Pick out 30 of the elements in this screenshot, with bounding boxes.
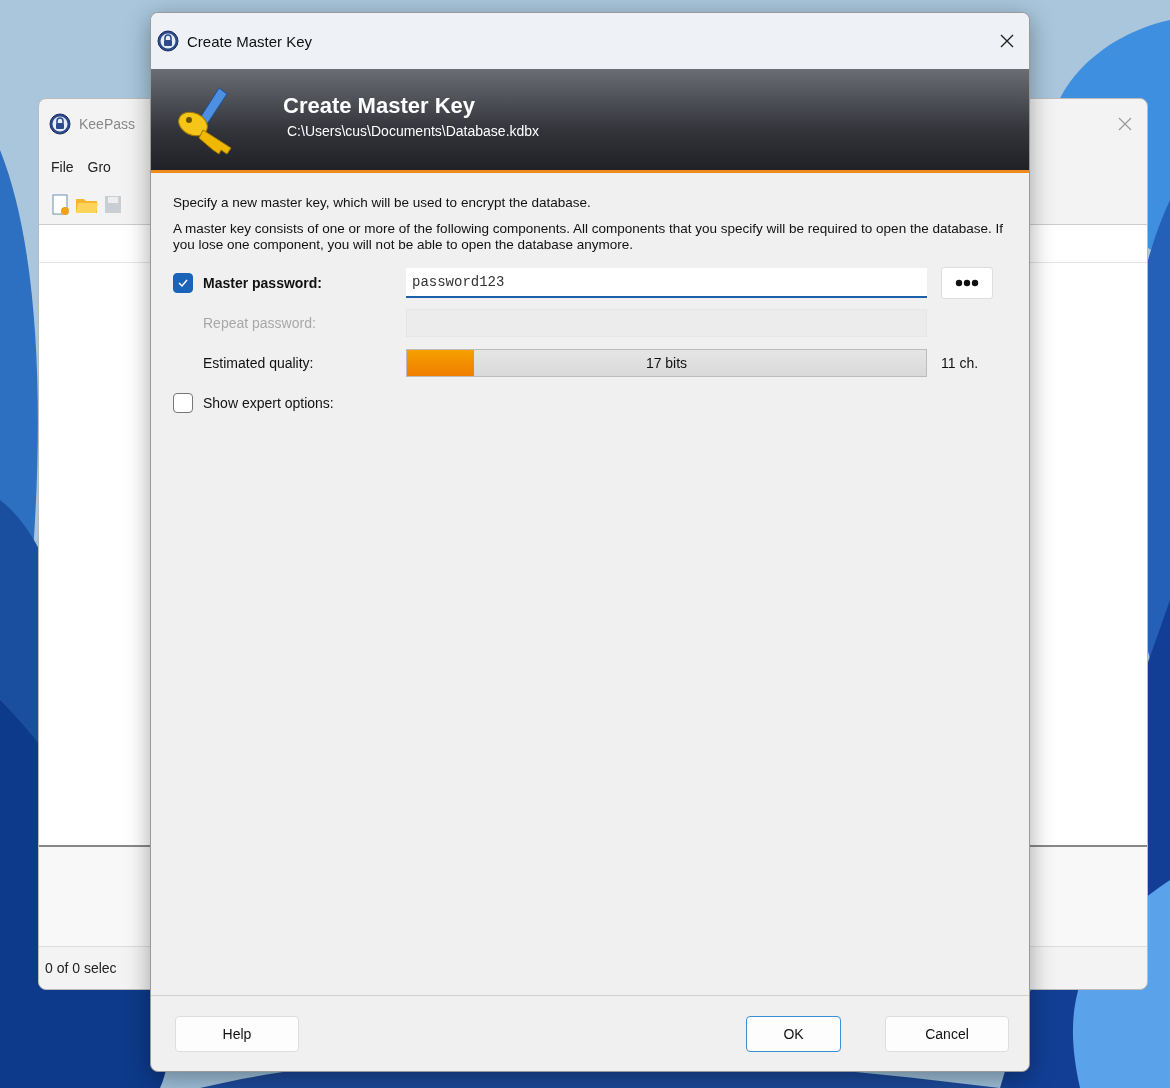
padlock-icon [157, 30, 179, 52]
checkbox[interactable] [173, 393, 193, 413]
dialog-button[interactable]: Help [175, 1015, 299, 1052]
field-label: Master password: [203, 275, 324, 291]
dialog-button[interactable]: Cancel [885, 1015, 1009, 1052]
field-label: Estimated quality: [203, 355, 315, 371]
banner-title: Create Master Key [283, 92, 476, 119]
dots-icon [955, 279, 979, 287]
show-password-button[interactable] [941, 267, 993, 299]
padlock-icon [49, 113, 71, 135]
window-title: KeePass [79, 116, 136, 132]
field-label: Repeat password: [203, 315, 317, 331]
checkbox-label: Show expert options: [203, 395, 334, 411]
quality-reading: 17 bits [645, 355, 688, 371]
length-text: 11 ch. [941, 355, 979, 371]
dialog-button[interactable]: OK [746, 1015, 841, 1052]
window-title: Create Master Key [187, 32, 313, 50]
description-text: A master key consists of one or more of the following components. All components that you specify will be required to open the database. If you lose one component, you will not be able to open the database anymore. [173, 221, 1004, 253]
status-text: 0 of 0 selec [45, 960, 117, 976]
new-file-icon[interactable] [51, 193, 71, 216]
check-icon [177, 277, 189, 289]
close-icon [999, 33, 1015, 49]
checkbox[interactable] [173, 273, 193, 293]
menu-item[interactable]: Gro [87, 159, 111, 175]
menu-item[interactable]: File [51, 159, 74, 175]
password-field[interactable]: password123 [406, 268, 927, 298]
close-icon [1117, 116, 1133, 132]
intro-text: Specify a new master key, which will be used to encrypt the database. [173, 195, 592, 211]
banner-subtitle: C:\Users\cus\Documents\Database.kdbx [286, 122, 540, 139]
save-icon[interactable] [103, 193, 123, 216]
